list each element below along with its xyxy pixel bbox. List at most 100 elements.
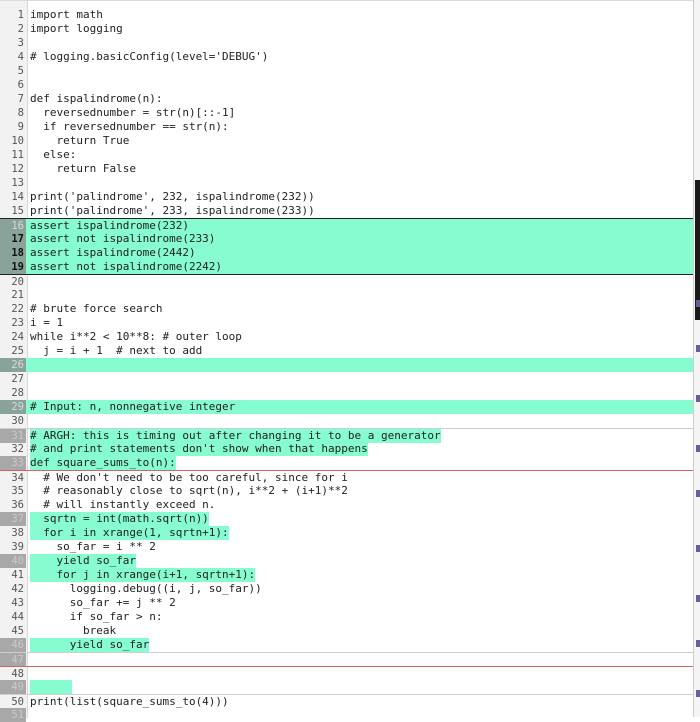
line-code[interactable]: i = 1 xyxy=(30,316,63,330)
code-line[interactable]: 1 import math xyxy=(0,8,693,22)
line-code[interactable]: for i in xrange(1, sqrtn+1): xyxy=(30,526,229,540)
code-line[interactable]: 13 xyxy=(0,176,693,190)
line-code[interactable]: if so_far > n: xyxy=(30,610,163,624)
code-line[interactable]: 15 print('palindrome', 233, ispalindrome(… xyxy=(0,204,693,218)
line-code[interactable]: # ARGH: this is timing out after changin… xyxy=(30,429,441,443)
code-line[interactable]: 8 reversednumber = str(n)[::-1] xyxy=(0,106,693,120)
code-line[interactable]: 23 i = 1 xyxy=(0,316,693,330)
code-line[interactable]: 41 for j in xrange(i+1, sqrtn+1): xyxy=(0,568,693,582)
line-code[interactable]: # We don't need to be too careful, since… xyxy=(30,471,348,485)
code-line[interactable]: 31 # ARGH: this is timing out after chang… xyxy=(0,428,693,443)
code-line[interactable]: 37 sqrtn = int(math.sqrt(n)) xyxy=(0,512,693,526)
line-number: 51 xyxy=(0,708,26,722)
line-code[interactable]: logging.debug((i, j, so_far)) xyxy=(30,582,262,596)
code-line[interactable]: 45 break xyxy=(0,624,693,638)
code-line[interactable]: 36 # will instantly exceed n. xyxy=(0,498,693,512)
line-code[interactable]: return True xyxy=(30,134,129,148)
scrollbar[interactable] xyxy=(693,0,700,717)
code-line[interactable]: 29 # Input: n, nonnegative integer xyxy=(0,400,693,414)
code-line[interactable]: 21 xyxy=(0,288,693,302)
line-code[interactable]: sqrtn = int(math.sqrt(n)) xyxy=(30,512,209,526)
code-line[interactable]: 48 xyxy=(0,666,693,681)
line-number: 24 xyxy=(11,331,24,343)
code-line[interactable]: 35 # reasonably close to sqrt(n), i**2 +… xyxy=(0,484,693,498)
code-line[interactable]: 47 xyxy=(0,652,693,667)
code-line[interactable]: 3 xyxy=(0,36,693,50)
code-line[interactable]: 17 assert not ispalindrome(233) xyxy=(0,232,693,246)
code-line[interactable]: 51 xyxy=(0,708,693,722)
code-line[interactable]: 7 def ispalindrome(n): xyxy=(0,92,693,106)
line-code[interactable]: assert not ispalindrome(2242) xyxy=(30,260,222,274)
code-editor[interactable]: 1 import math 2 import logging 3 4 # logging.b… xyxy=(0,0,693,722)
code-line[interactable]: 9 if reversednumber == str(n): xyxy=(0,120,693,134)
code-line[interactable]: 12 return False xyxy=(0,162,693,176)
line-code[interactable]: reversednumber = str(n)[::-1] xyxy=(30,106,235,120)
line-number: 18 xyxy=(0,246,26,260)
line-number: 21 xyxy=(11,289,24,301)
line-code[interactable]: # and print statements don't show when t… xyxy=(30,442,368,456)
code-line[interactable]: 33 def square_sums_to(n): xyxy=(0,456,693,470)
line-code[interactable]: import math xyxy=(30,8,103,22)
code-line[interactable]: 18 assert ispalindrome(2442) xyxy=(0,246,693,260)
line-number: 47 xyxy=(0,653,26,667)
scrollbar-thumb[interactable] xyxy=(695,180,700,320)
line-number: 45 xyxy=(11,625,24,637)
line-code[interactable]: return False xyxy=(30,162,135,176)
line-number: 25 xyxy=(11,345,24,357)
code-line[interactable]: 43 so_far += j ** 2 xyxy=(0,596,693,610)
line-code[interactable]: assert ispalindrome(232) xyxy=(30,219,189,233)
line-code[interactable]: assert ispalindrome(2442) xyxy=(30,246,196,260)
code-line[interactable]: 16 assert ispalindrome(232) xyxy=(0,218,693,233)
code-line[interactable]: 25 j = i + 1 # next to add xyxy=(0,344,693,358)
code-line[interactable]: 34 # We don't need to be too careful, si… xyxy=(0,470,693,485)
code-line[interactable]: 30 xyxy=(0,414,693,428)
line-code[interactable]: yield so_far xyxy=(30,554,136,568)
code-line[interactable]: 22 # brute force search xyxy=(0,302,693,316)
code-line[interactable]: 46 yield so_far xyxy=(0,638,693,652)
line-code[interactable]: def square_sums_to(n): xyxy=(30,456,176,470)
code-line[interactable]: 50 print(list(square_sums_to(4))) xyxy=(0,694,693,709)
code-line[interactable]: 32 # and print statements don't show when… xyxy=(0,442,693,456)
code-line[interactable]: 44 if so_far > n: xyxy=(0,610,693,624)
line-code[interactable]: else: xyxy=(30,148,76,162)
code-line[interactable]: 40 yield so_far xyxy=(0,554,693,568)
line-number: 16 xyxy=(0,219,26,233)
code-line[interactable]: 24 while i**2 < 10**8: # outer loop xyxy=(0,330,693,344)
code-line[interactable]: 28 xyxy=(0,386,693,400)
code-line[interactable]: 20 xyxy=(0,274,693,289)
code-line[interactable]: 42 logging.debug((i, j, so_far)) xyxy=(0,582,693,596)
line-code[interactable]: import logging xyxy=(30,22,123,36)
code-line[interactable]: 4 # logging.basicConfig(level='DEBUG') xyxy=(0,50,693,64)
code-line[interactable]: 14 print('palindrome', 232, ispalindrome(… xyxy=(0,190,693,204)
code-line[interactable]: 10 return True xyxy=(0,134,693,148)
line-code[interactable]: def ispalindrome(n): xyxy=(30,92,162,106)
line-code[interactable]: # will instantly exceed n. xyxy=(30,498,215,512)
line-code[interactable]: j = i + 1 # next to add xyxy=(30,344,202,358)
code-line[interactable]: 2 import logging xyxy=(0,22,693,36)
line-code[interactable]: # reasonably close to sqrt(n), i**2 + (i… xyxy=(30,484,348,498)
code-line[interactable]: 5 xyxy=(0,64,693,78)
line-code[interactable]: print('palindrome', 233, ispalindrome(23… xyxy=(30,204,315,218)
line-number: 32 xyxy=(11,443,24,455)
code-line[interactable]: 39 so_far = i ** 2 xyxy=(0,540,693,554)
line-code[interactable]: print(list(square_sums_to(4))) xyxy=(30,695,229,709)
line-code[interactable]: print('palindrome', 232, ispalindrome(23… xyxy=(30,190,315,204)
line-code[interactable]: # Input: n, nonnegative integer xyxy=(30,400,235,414)
line-code[interactable]: while i**2 < 10**8: # outer loop xyxy=(30,330,242,344)
code-line[interactable]: 11 else: xyxy=(0,148,693,162)
code-line[interactable]: 38 for i in xrange(1, sqrtn+1): xyxy=(0,526,693,540)
line-code[interactable]: for j in xrange(i+1, sqrtn+1): xyxy=(30,568,256,582)
code-line[interactable]: 27 xyxy=(0,372,693,386)
code-line[interactable]: 6 xyxy=(0,78,693,92)
code-line[interactable]: 19 assert not ispalindrome(2242) xyxy=(0,260,693,274)
line-code[interactable]: so_far = i ** 2 xyxy=(30,540,155,554)
line-code[interactable]: # logging.basicConfig(level='DEBUG') xyxy=(30,50,268,64)
line-code[interactable]: yield so_far xyxy=(30,638,150,652)
line-code[interactable]: so_far += j ** 2 xyxy=(30,596,176,610)
line-code[interactable]: # brute force search xyxy=(30,302,162,316)
line-code[interactable]: assert not ispalindrome(233) xyxy=(30,232,215,246)
line-code[interactable]: break xyxy=(30,624,116,638)
code-line[interactable]: 49 xyxy=(0,680,693,694)
line-code[interactable]: if reversednumber == str(n): xyxy=(30,120,228,134)
code-line[interactable]: 26 xyxy=(0,358,693,372)
